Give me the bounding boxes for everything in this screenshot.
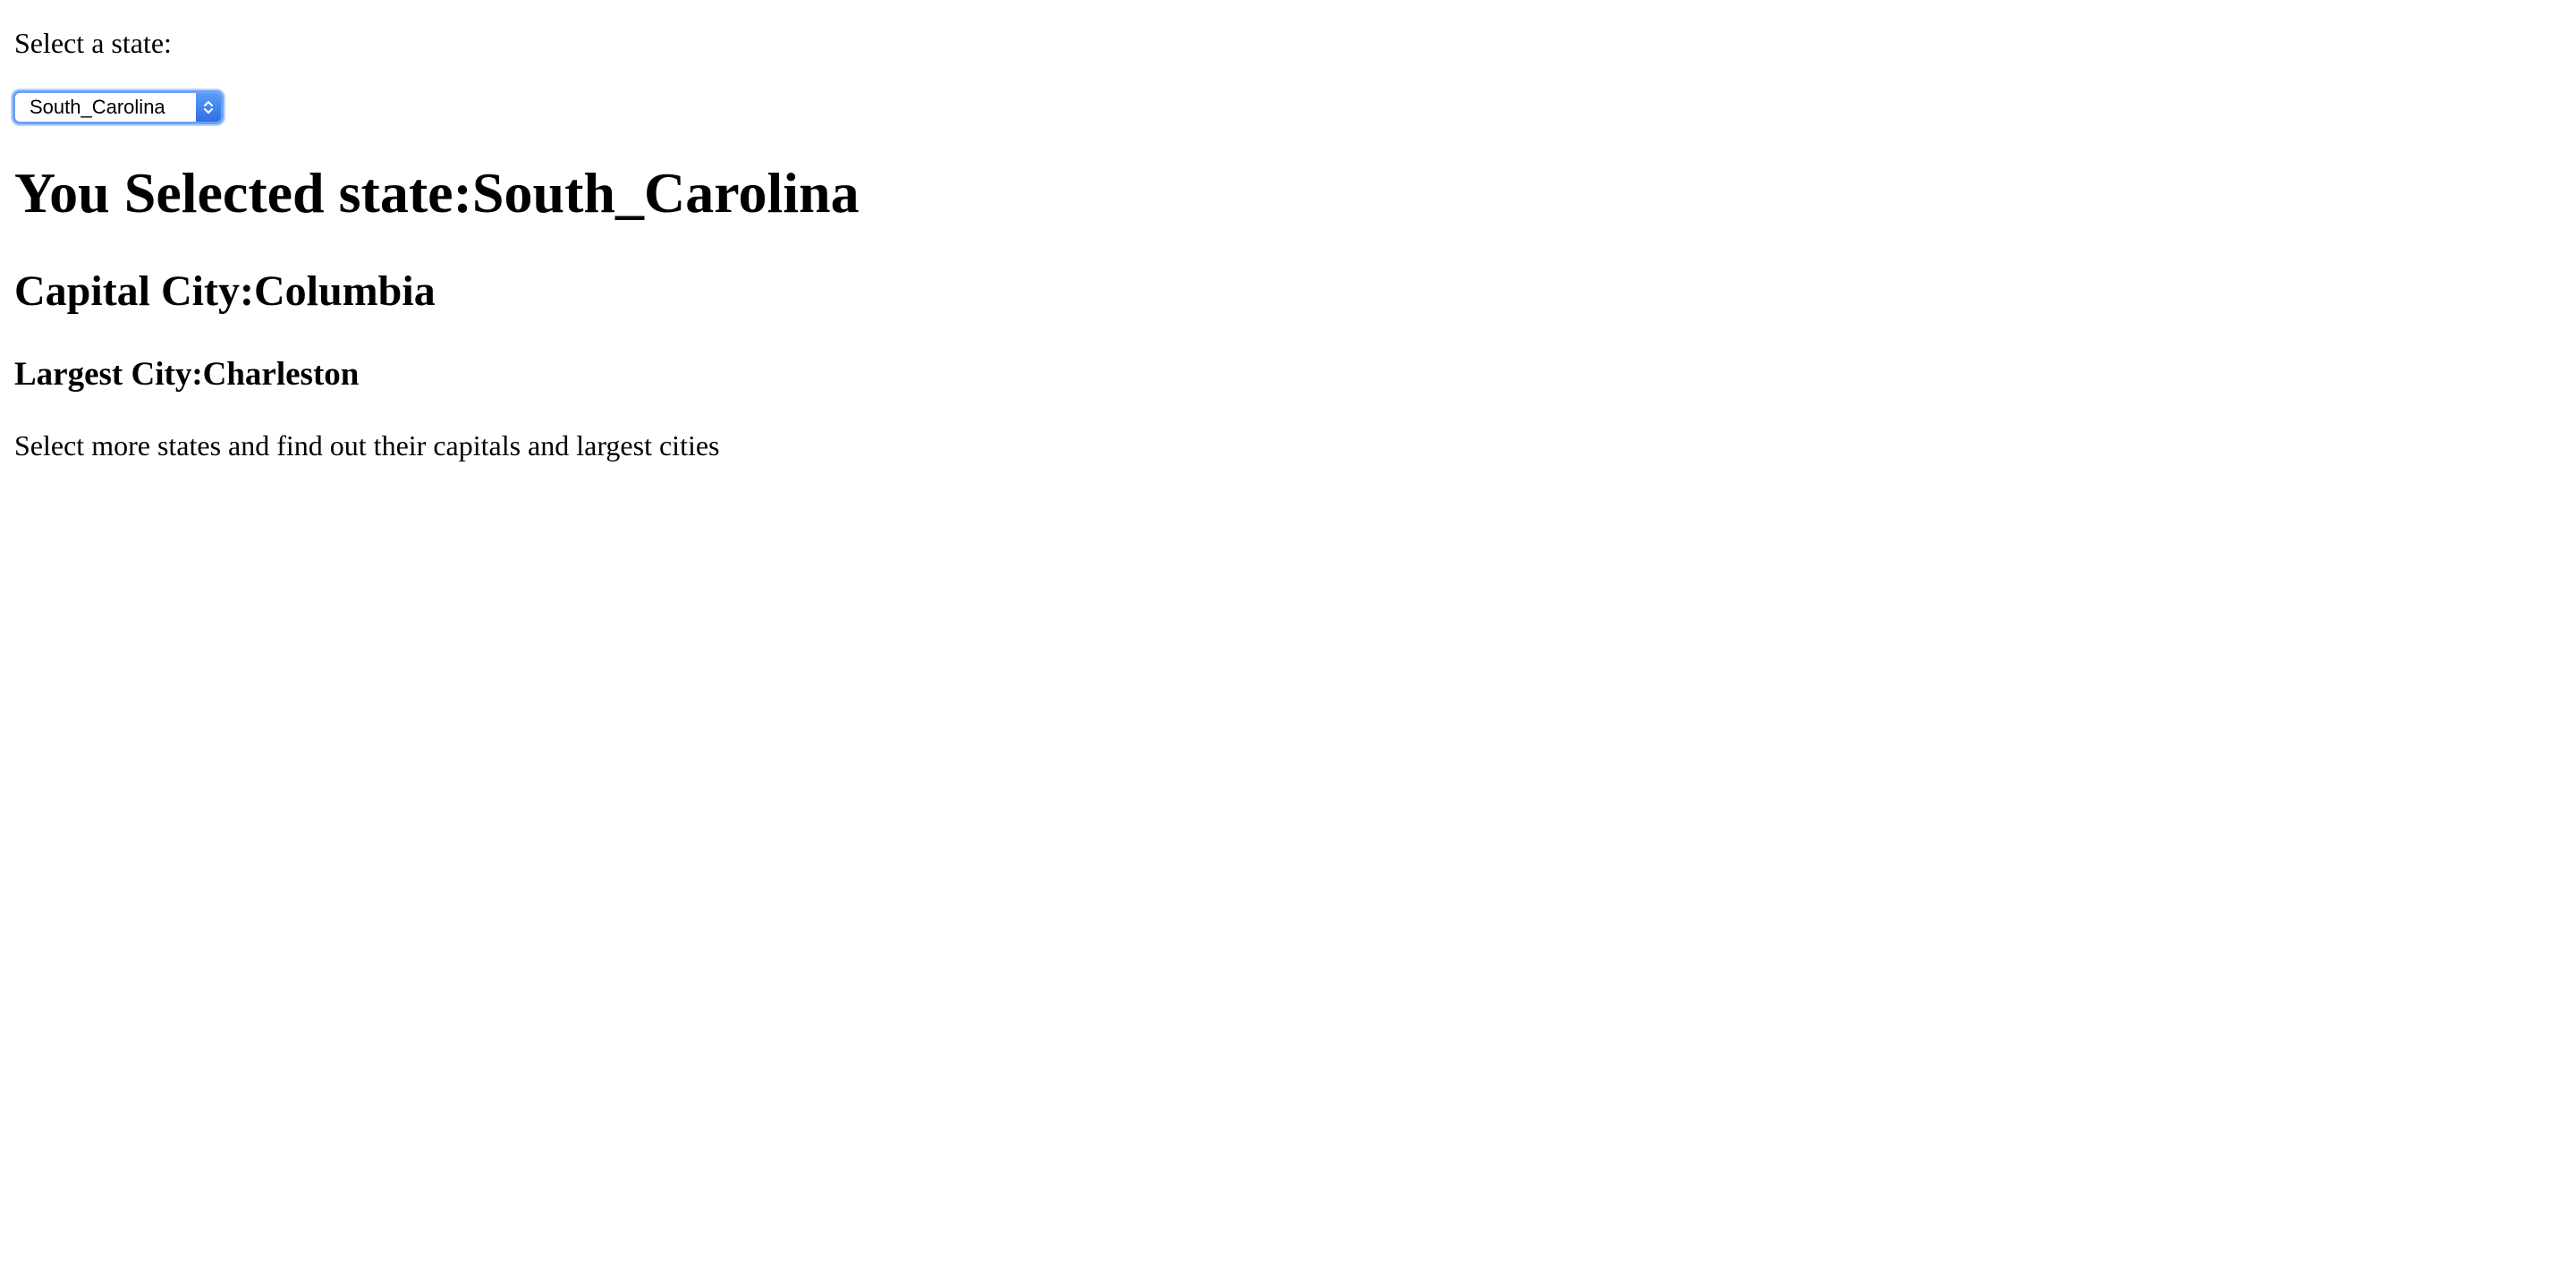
chevron-up-down-icon	[196, 93, 221, 122]
state-select[interactable]: South_Carolina	[13, 90, 224, 124]
capital-city-heading: Capital City:Columbia	[14, 267, 436, 315]
largest-city-heading: Largest City:Charleston	[14, 356, 360, 393]
select-state-label: Select a state:	[14, 27, 172, 59]
instruction-text: Select more states and find out their ca…	[14, 429, 720, 462]
page: Select a state: South_Carolina You Selec…	[0, 0, 2576, 1279]
selected-state-heading: You Selected state:South_Carolina	[14, 161, 860, 224]
state-select-value: South_Carolina	[30, 96, 165, 118]
